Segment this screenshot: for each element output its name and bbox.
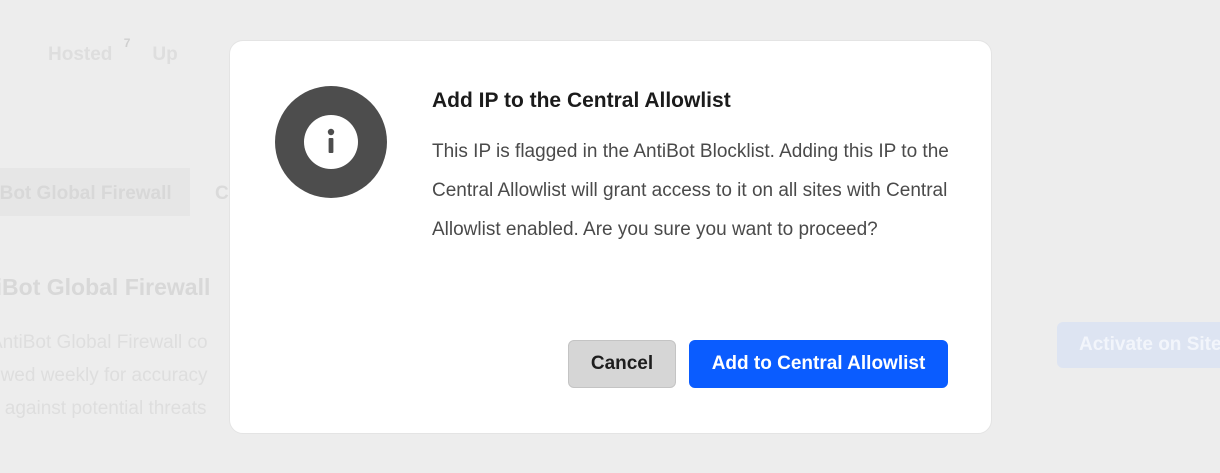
description-line: AntiBot Global Firewall co [0, 332, 208, 353]
dialog-message: This IP is flagged in the AntiBot Blockl… [432, 141, 949, 240]
subtab-second: C [215, 183, 229, 204]
subtab-antibot-global-firewall: tiBot Global Firewall [0, 183, 172, 204]
tab-hosted-count: 7 [123, 36, 131, 50]
description-line: s against potential threats [0, 398, 207, 419]
activate-on-site-button: Activate on Site [1057, 322, 1220, 368]
section-description: AntiBot Global Firewall co ewed weekly f… [0, 326, 208, 425]
info-icon [304, 115, 358, 169]
page: Hosted 7 Up tiBot Global Firewall C tiBo… [0, 0, 1220, 473]
info-icon-badge [275, 86, 387, 198]
dialog-title: Add IP to the Central Allowlist [432, 89, 731, 112]
cancel-button[interactable]: Cancel [568, 340, 676, 388]
tab-hosted: Hosted 7 [48, 36, 130, 66]
section-heading: tiBot Global Firewall [0, 274, 211, 300]
add-to-central-allowlist-button[interactable]: Add to Central Allowlist [689, 340, 948, 388]
tab-hosted-label: Hosted [48, 44, 113, 65]
background-tabs: Hosted 7 Up [48, 36, 218, 66]
description-line: ewed weekly for accuracy [0, 365, 208, 386]
tab-updates: Up [152, 44, 177, 66]
tab-updates-label: Up [152, 44, 178, 65]
confirm-dialog: Add IP to the Central Allowlist This IP … [229, 40, 992, 434]
